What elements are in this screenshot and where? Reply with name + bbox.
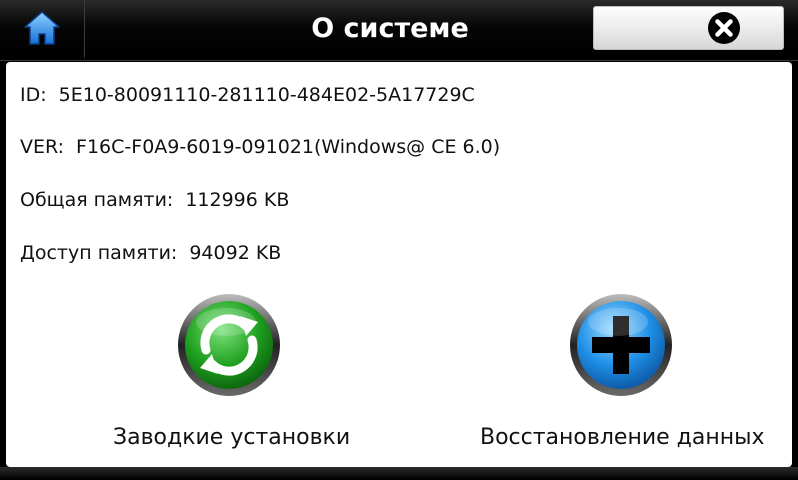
version-row: VER: F16C-F0A9-6019-091021(Windows@ CE 6.… <box>20 134 500 160</box>
close-button[interactable] <box>593 6 784 50</box>
refresh-icon <box>178 294 280 396</box>
device-id-row: ID: 5E10-80091110-281110-484E02-5A17729C <box>20 82 475 108</box>
free-memory-value: 94092 KB <box>189 242 282 264</box>
home-button[interactable] <box>0 0 85 58</box>
free-memory-row: Доступ памяти: 94092 KB <box>20 240 281 266</box>
device-id-value: 5E10-80091110-281110-484E02-5A17729C <box>58 84 475 106</box>
page-title: О системе <box>311 13 469 44</box>
device-id-label: ID: <box>20 84 47 106</box>
total-memory-label: Общая памяти: <box>20 189 174 211</box>
total-memory-row: Общая памяти: 112996 KB <box>20 187 289 213</box>
plus-icon <box>570 294 672 396</box>
free-memory-label: Доступ памяти: <box>20 242 178 264</box>
factory-reset-label: Заводкие установки <box>113 425 351 450</box>
title-bar: О системе <box>0 0 798 61</box>
restore-data-label: Восстановление данных <box>480 425 765 450</box>
factory-reset-button[interactable]: Заводкие установки <box>113 292 350 456</box>
content-panel: ID: 5E10-80091110-281110-484E02-5A17729C … <box>6 62 792 467</box>
version-label: VER: <box>20 136 65 158</box>
close-icon <box>708 12 740 44</box>
home-icon <box>24 11 60 45</box>
restore-data-button[interactable]: Восстановление данных <box>480 292 765 456</box>
version-value: F16C-F0A9-6019-091021(Windows@ CE 6.0) <box>76 136 501 158</box>
bottom-bar <box>0 467 798 480</box>
total-memory-value: 112996 KB <box>185 189 290 211</box>
